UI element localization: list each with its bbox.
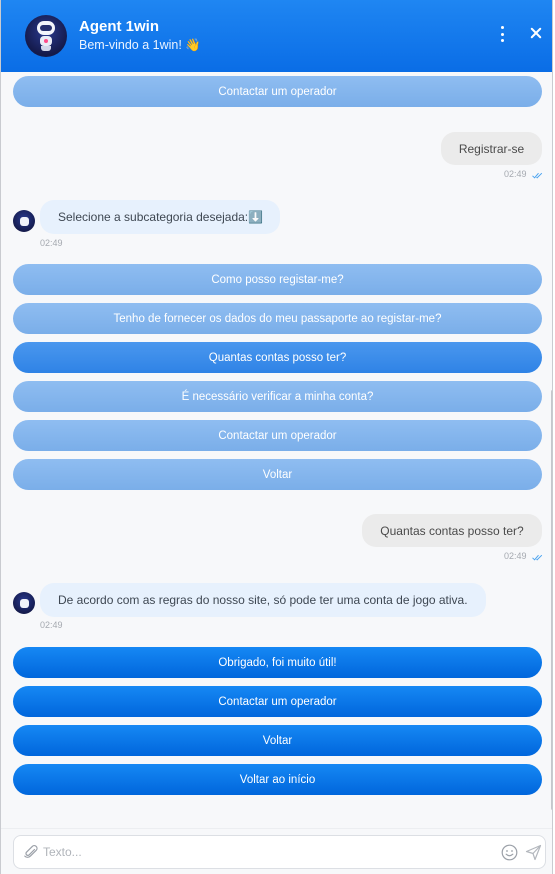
close-icon[interactable]	[527, 24, 545, 42]
user-message-bubble: Quantas contas posso ter?	[362, 514, 542, 547]
send-icon[interactable]	[525, 844, 542, 861]
chat-scrollbar[interactable]	[551, 390, 552, 810]
double-check-icon	[532, 554, 543, 561]
option-accounts-count[interactable]: Quantas contas posso ter?	[13, 342, 542, 373]
double-check-icon	[532, 172, 543, 179]
option-contact-operator[interactable]: Contactar um operador	[13, 686, 542, 717]
bot-message-bubble: Selecione a subcategoria desejada:⬇️	[40, 200, 280, 234]
welcome-subtitle: Bem-vindo a 1win! 👋	[79, 38, 201, 52]
option-back[interactable]: Voltar	[13, 459, 542, 490]
message-time: 02:49	[504, 551, 527, 561]
paperclip-icon[interactable]	[23, 844, 39, 860]
option-back[interactable]: Voltar	[13, 725, 542, 756]
option-verify-account[interactable]: É necessário verificar a minha conta?	[13, 381, 542, 412]
bot-message-bubble: De acordo com as regras do nosso site, s…	[40, 583, 486, 617]
message-input[interactable]	[43, 840, 483, 864]
message-time: 02:49	[40, 238, 63, 248]
agent-avatar	[25, 15, 67, 57]
option-back-to-start[interactable]: Voltar ao início	[13, 764, 542, 795]
more-options-icon[interactable]	[495, 25, 509, 43]
chat-header: Agent 1win Bem-vindo a 1win! 👋	[1, 0, 552, 72]
message-time: 02:49	[40, 620, 63, 630]
bot-avatar	[13, 592, 35, 614]
emoji-icon[interactable]	[501, 844, 518, 861]
robot-icon	[34, 21, 58, 51]
bot-avatar	[13, 210, 35, 232]
option-thanks-helpful[interactable]: Obrigado, foi muito útil!	[13, 647, 542, 678]
chat-widget: Agent 1win Bem-vindo a 1win! 👋 Contactar…	[0, 0, 553, 874]
agent-name: Agent 1win	[79, 18, 160, 35]
option-contact-operator[interactable]: Contactar um operador	[13, 420, 542, 451]
option-passport-data[interactable]: Tenho de fornecer os dados do meu passap…	[13, 303, 542, 334]
contact-operator-button[interactable]: Contactar um operador	[13, 76, 542, 107]
option-register-how[interactable]: Como posso registar-me?	[13, 264, 542, 295]
user-message-bubble: Registrar-se	[441, 132, 542, 165]
message-time: 02:49	[504, 169, 527, 179]
